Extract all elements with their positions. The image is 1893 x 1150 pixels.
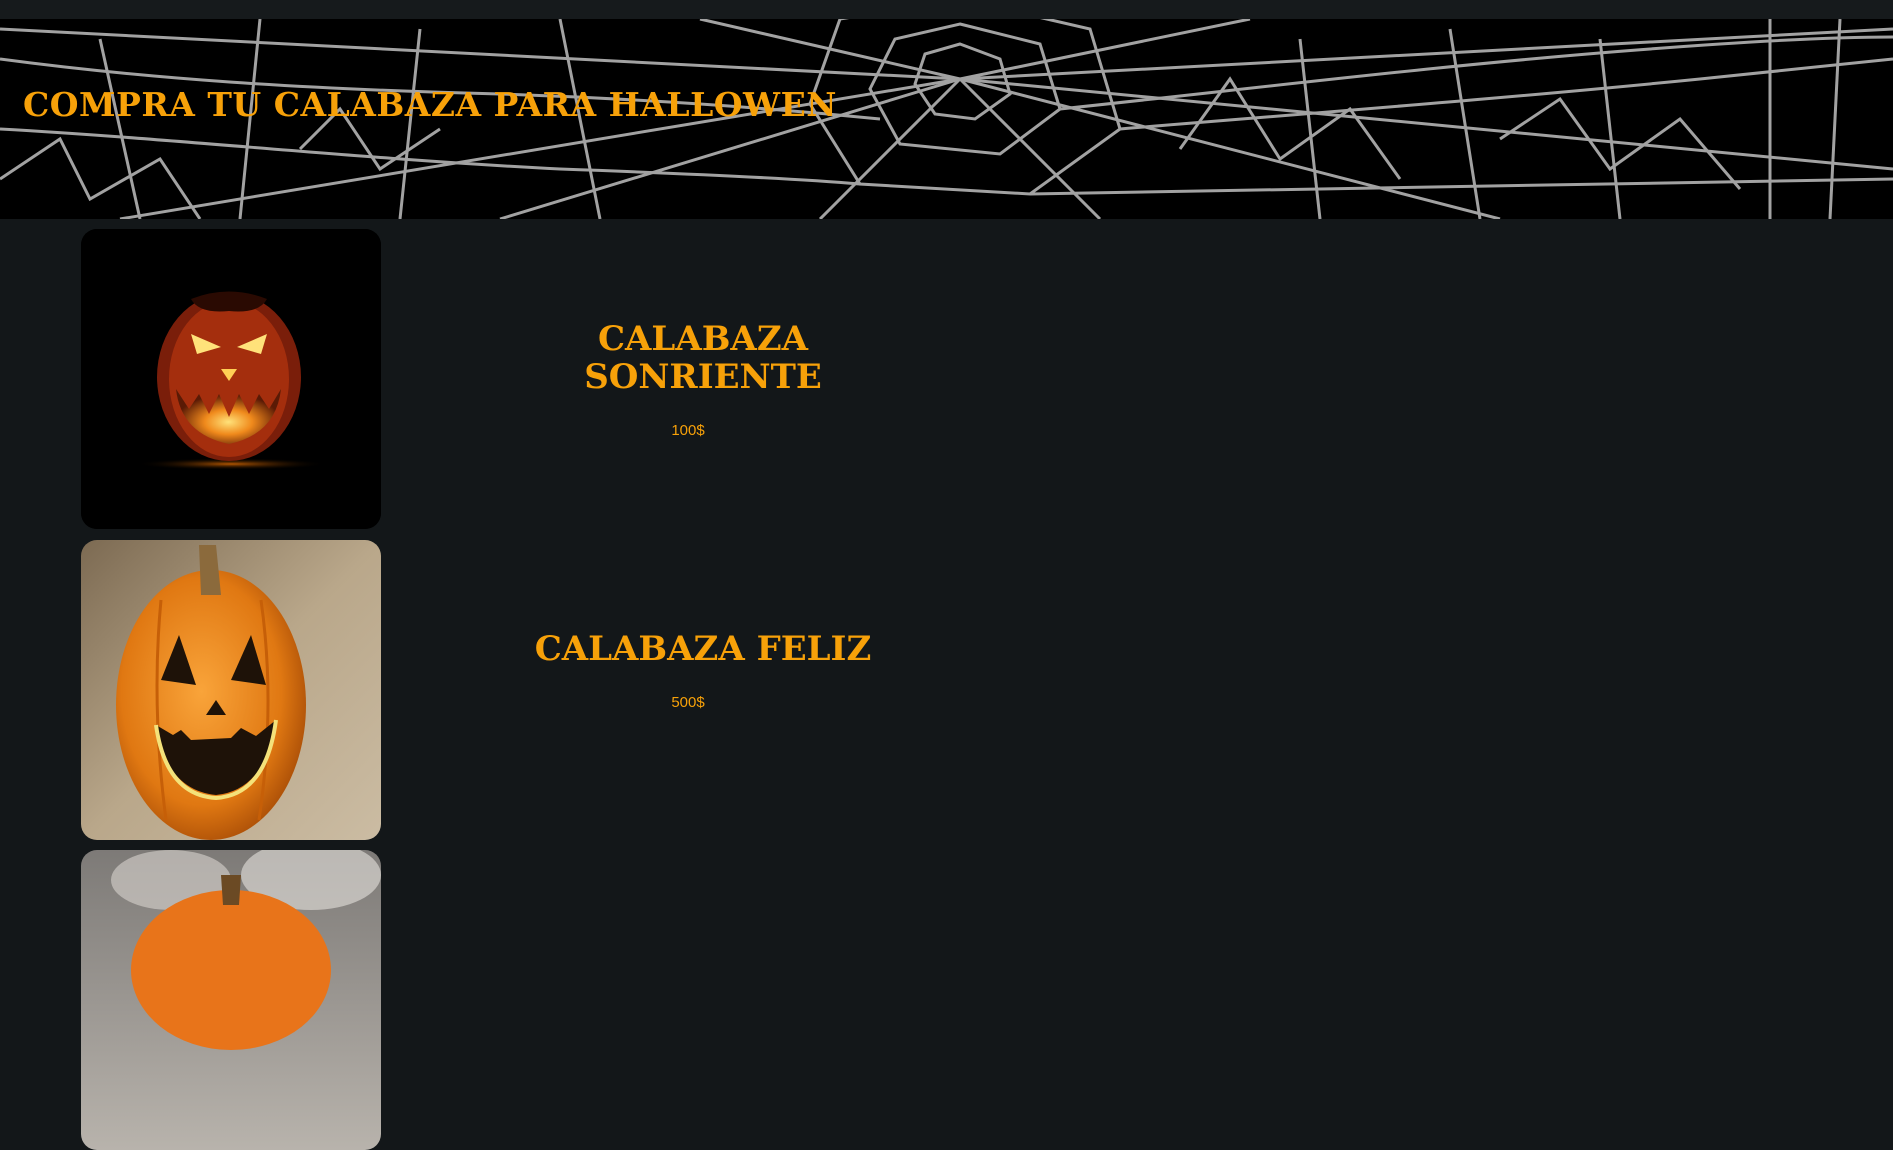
product-title-1-container: CALABAZA SONRIENTE xyxy=(493,320,913,396)
jack-o-lantern-lit-image xyxy=(81,229,381,529)
happy-pumpkin-image xyxy=(81,540,381,840)
product-title: CALABAZA SONRIENTE xyxy=(493,320,913,396)
smoking-pumpkin-image xyxy=(81,850,381,1150)
top-strip xyxy=(0,0,1893,19)
product-title-text: CALABAZA SONRIENTE xyxy=(584,319,822,397)
product-price: 500$ xyxy=(671,694,705,711)
product-title: CALABAZA FELIZ xyxy=(534,629,872,669)
product-image-1[interactable] xyxy=(81,229,381,529)
header-banner: COMPRA TU CALABAZA PARA HALLOWEN xyxy=(0,19,1893,219)
product-image-2[interactable] xyxy=(81,540,381,840)
product-title-2-container: CALABAZA FELIZ xyxy=(493,630,913,668)
page-title: COMPRA TU CALABAZA PARA HALLOWEN xyxy=(23,85,837,124)
product-price: 100$ xyxy=(671,422,705,439)
product-image-3[interactable] xyxy=(81,850,381,1150)
